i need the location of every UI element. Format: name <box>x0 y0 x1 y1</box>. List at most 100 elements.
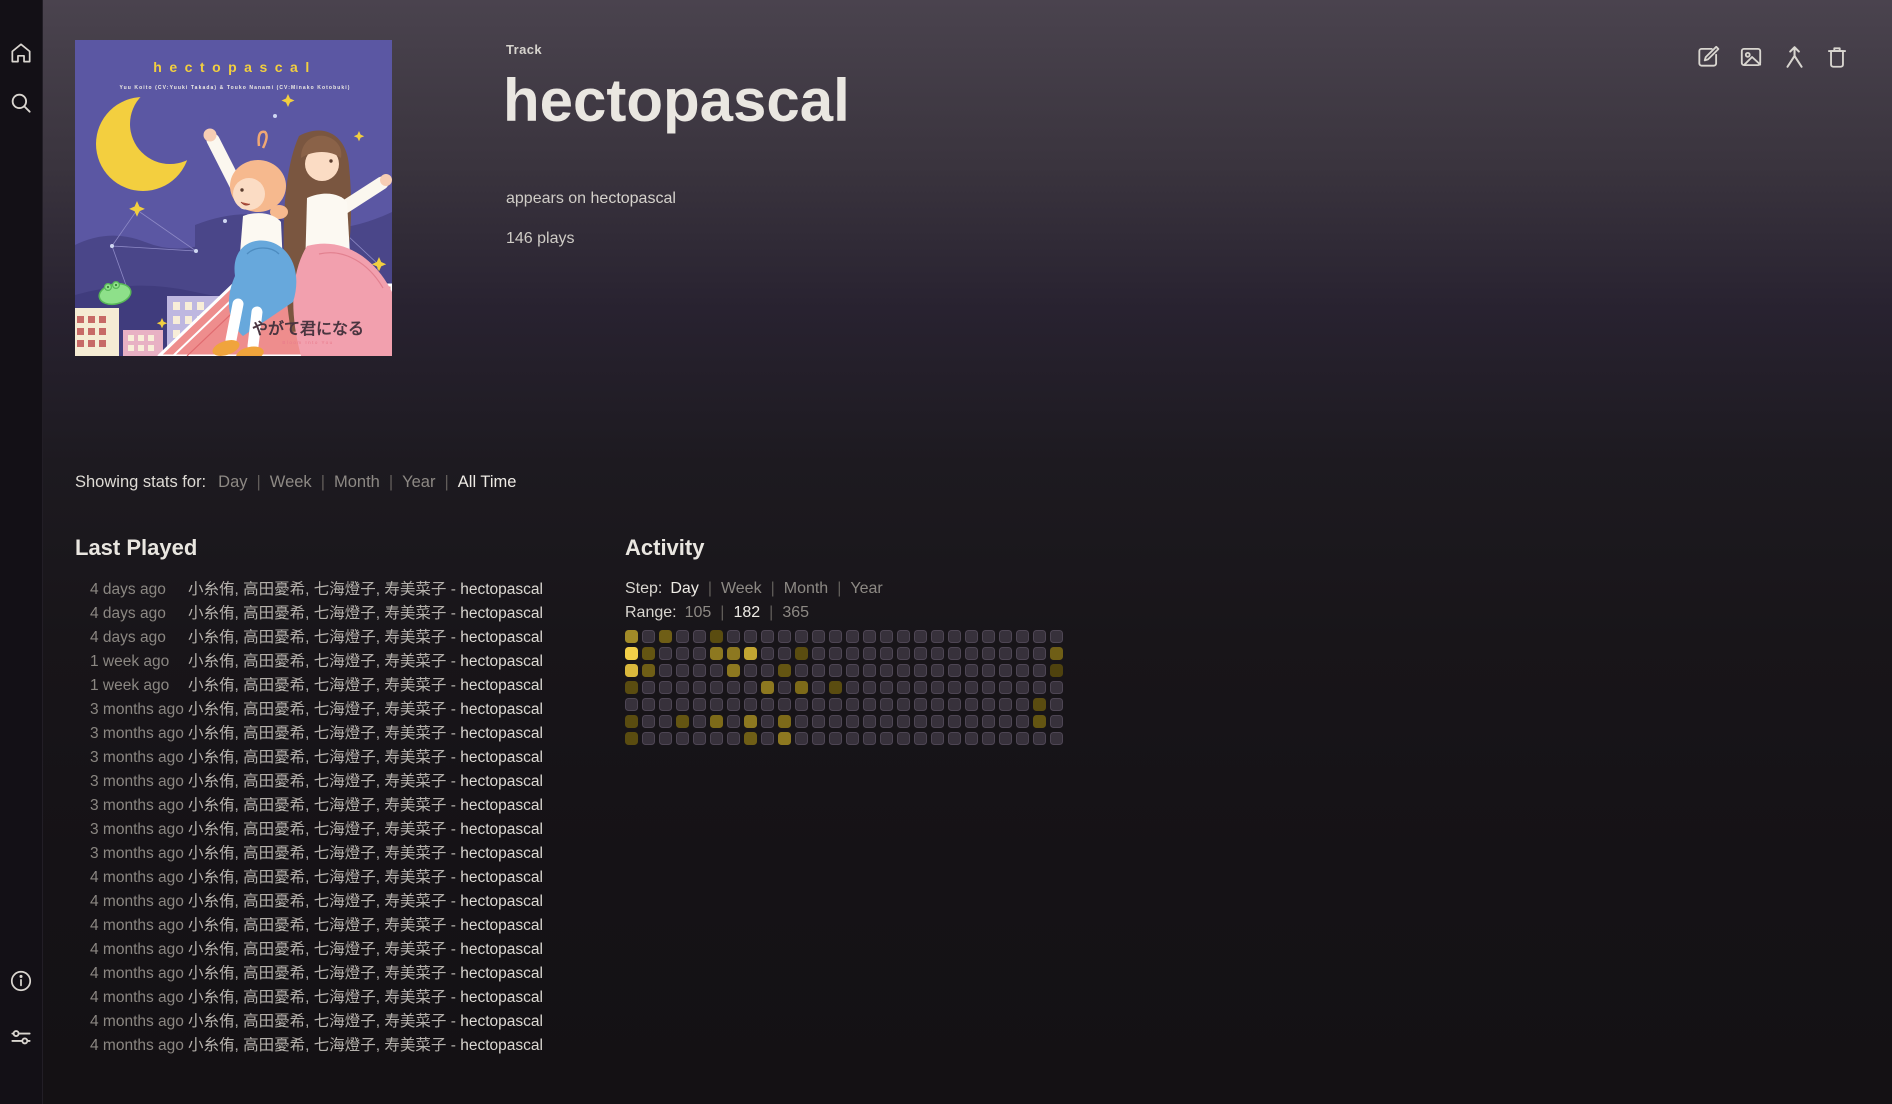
activity-cell[interactable] <box>710 732 723 745</box>
activity-cell[interactable] <box>761 647 774 660</box>
activity-cell[interactable] <box>999 698 1012 711</box>
activity-cell[interactable] <box>812 715 825 728</box>
activity-cell[interactable] <box>676 664 689 677</box>
activity-cell[interactable] <box>999 681 1012 694</box>
activity-cell[interactable] <box>846 715 859 728</box>
activity-cell[interactable] <box>982 681 995 694</box>
activity-cell[interactable] <box>795 664 808 677</box>
activity-cell[interactable] <box>812 664 825 677</box>
artist-link[interactable]: 高田憂希 <box>243 605 305 622</box>
activity-cell[interactable] <box>778 732 791 745</box>
artist-link[interactable]: 小糸侑 <box>188 917 235 934</box>
activity-cell[interactable] <box>982 732 995 745</box>
activity-cell[interactable] <box>693 630 706 643</box>
artist-link[interactable]: 七海燈子 <box>314 989 376 1006</box>
activity-cell[interactable] <box>829 664 842 677</box>
artist-link[interactable]: 寿美菜子 <box>384 893 446 910</box>
artist-link[interactable]: 高田憂希 <box>243 989 305 1006</box>
activity-cell[interactable] <box>897 681 910 694</box>
artist-link[interactable]: 七海燈子 <box>314 965 376 982</box>
activity-cell[interactable] <box>761 630 774 643</box>
artist-link[interactable]: 七海燈子 <box>314 941 376 958</box>
track-link[interactable]: hectopascal <box>460 605 543 622</box>
artist-link[interactable]: 高田憂希 <box>243 941 305 958</box>
activity-cell[interactable] <box>948 647 961 660</box>
activity-cell[interactable] <box>812 647 825 660</box>
activity-cell[interactable] <box>795 698 808 711</box>
artist-link[interactable]: 寿美菜子 <box>384 869 446 886</box>
activity-cell[interactable] <box>727 630 740 643</box>
track-link[interactable]: hectopascal <box>460 749 543 766</box>
activity-cell[interactable] <box>676 681 689 694</box>
activity-cell[interactable] <box>676 630 689 643</box>
activity-cell[interactable] <box>914 664 927 677</box>
activity-cell[interactable] <box>761 715 774 728</box>
artist-link[interactable]: 寿美菜子 <box>384 677 446 694</box>
artist-link[interactable]: 高田憂希 <box>243 653 305 670</box>
activity-cell[interactable] <box>863 630 876 643</box>
activity-cell[interactable] <box>931 647 944 660</box>
activity-cell[interactable] <box>1016 647 1029 660</box>
activity-cell[interactable] <box>914 630 927 643</box>
activity-cell[interactable] <box>846 630 859 643</box>
activity-cell[interactable] <box>948 715 961 728</box>
artist-link[interactable]: 七海燈子 <box>314 725 376 742</box>
artist-link[interactable]: 寿美菜子 <box>384 821 446 838</box>
artist-link[interactable]: 七海燈子 <box>314 845 376 862</box>
activity-cell[interactable] <box>727 664 740 677</box>
activity-cell[interactable] <box>914 698 927 711</box>
artist-link[interactable]: 寿美菜子 <box>384 581 446 598</box>
activity-cell[interactable] <box>1016 715 1029 728</box>
activity-cell[interactable] <box>1033 715 1046 728</box>
activity-cell[interactable] <box>999 664 1012 677</box>
activity-cell[interactable] <box>846 664 859 677</box>
artist-link[interactable]: 高田憂希 <box>243 869 305 886</box>
activity-cell[interactable] <box>914 647 927 660</box>
activity-cell[interactable] <box>1050 647 1063 660</box>
activity-cell[interactable] <box>1050 732 1063 745</box>
artist-link[interactable]: 寿美菜子 <box>384 965 446 982</box>
activity-cell[interactable] <box>965 630 978 643</box>
activity-cell[interactable] <box>897 732 910 745</box>
activity-cell[interactable] <box>982 630 995 643</box>
activity-cell[interactable] <box>676 732 689 745</box>
activity-cell[interactable] <box>863 681 876 694</box>
track-link[interactable]: hectopascal <box>460 1013 543 1030</box>
activity-cell[interactable] <box>659 732 672 745</box>
activity-cell[interactable] <box>1050 630 1063 643</box>
activity-cell[interactable] <box>744 681 757 694</box>
activity-cell[interactable] <box>659 664 672 677</box>
activity-cell[interactable] <box>965 681 978 694</box>
activity-cell[interactable] <box>693 647 706 660</box>
artist-link[interactable]: 小糸侑 <box>188 965 235 982</box>
activity-cell[interactable] <box>1033 664 1046 677</box>
activity-cell[interactable] <box>863 732 876 745</box>
activity-cell[interactable] <box>727 681 740 694</box>
activity-cell[interactable] <box>659 681 672 694</box>
activity-cell[interactable] <box>897 715 910 728</box>
artist-link[interactable]: 高田憂希 <box>243 1037 305 1054</box>
activity-cell[interactable] <box>1016 698 1029 711</box>
activity-cell[interactable] <box>863 647 876 660</box>
activity-cell[interactable] <box>727 698 740 711</box>
activity-cell[interactable] <box>1050 664 1063 677</box>
artist-link[interactable]: 小糸侑 <box>188 989 235 1006</box>
activity-cell[interactable] <box>642 681 655 694</box>
activity-cell[interactable] <box>863 664 876 677</box>
track-link[interactable]: hectopascal <box>460 821 543 838</box>
track-link[interactable]: hectopascal <box>460 773 543 790</box>
activity-cell[interactable] <box>727 732 740 745</box>
artist-link[interactable]: 寿美菜子 <box>384 725 446 742</box>
activity-cell[interactable] <box>761 681 774 694</box>
artist-link[interactable]: 寿美菜子 <box>384 629 446 646</box>
activity-cell[interactable] <box>642 664 655 677</box>
activity-cell[interactable] <box>744 647 757 660</box>
activity-cell[interactable] <box>999 732 1012 745</box>
activity-cell[interactable] <box>931 664 944 677</box>
activity-cell[interactable] <box>693 664 706 677</box>
activity-cell[interactable] <box>999 715 1012 728</box>
activity-cell[interactable] <box>914 681 927 694</box>
activity-cell[interactable] <box>948 630 961 643</box>
activity-cell[interactable] <box>1016 681 1029 694</box>
range-option-365[interactable]: 365 <box>782 604 809 621</box>
